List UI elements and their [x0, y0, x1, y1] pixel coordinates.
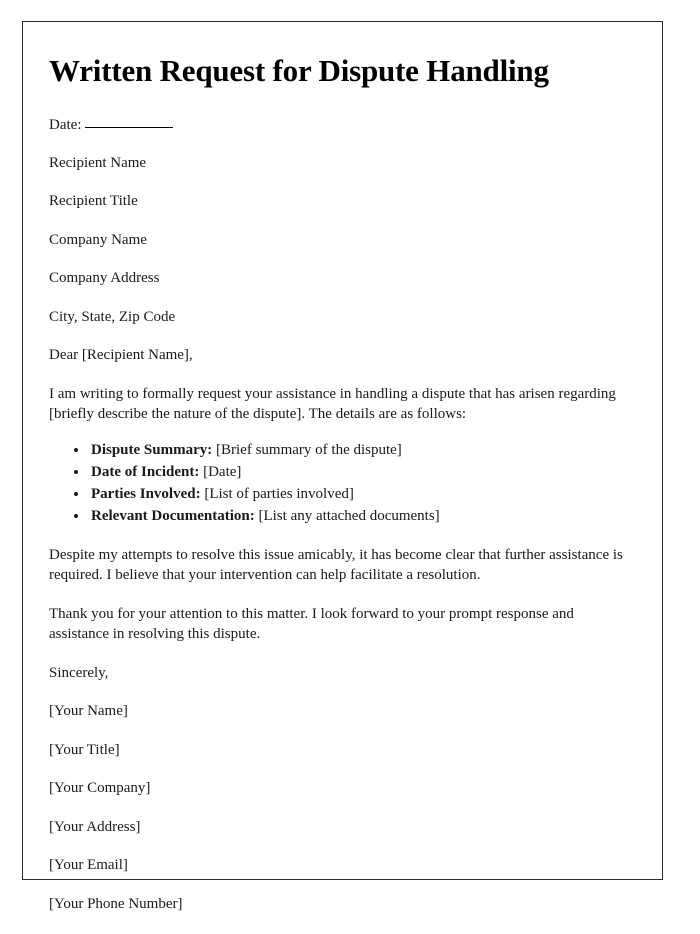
document-page: Written Request for Dispute Handling Dat… [22, 21, 663, 912]
date-blank-input[interactable] [85, 115, 174, 129]
list-item-label: Date of Incident: [91, 463, 200, 480]
city-state-zip-line: City, State, Zip Code [49, 308, 176, 325]
recipient-title-line: Recipient Title [49, 193, 138, 210]
thanks-paragraph: Thank you for your attention to this mat… [49, 605, 574, 642]
intro-paragraph: I am writing to formally request your as… [49, 385, 616, 422]
list-item-value: [Brief summary of the dispute] [216, 441, 402, 458]
date-field-row: Date: [49, 115, 634, 135]
dispute-detail-list: Dispute Summary: [Brief summary of the d… [49, 439, 634, 527]
signature-your-email: [Your Email] [49, 857, 128, 874]
company-name-line: Company Name [49, 231, 147, 248]
list-item: Date of Incident: [Date] [89, 461, 634, 483]
page-title: Written Request for Dispute Handling [49, 53, 549, 88]
closing-salutation: Sincerely, [49, 664, 109, 681]
company-address-line: Company Address [49, 270, 160, 287]
signature-your-address: [Your Address] [49, 818, 141, 835]
signature-your-title: [Your Title] [49, 741, 120, 758]
signature-your-name: [Your Name] [49, 703, 128, 720]
salutation: Dear [Recipient Name], [49, 347, 193, 364]
signature-your-phone: [Your Phone Number] [49, 895, 183, 912]
list-item-label: Dispute Summary: [91, 441, 213, 458]
list-item-label: Parties Involved: [91, 485, 201, 502]
document-body: Written Request for Dispute Handling Dat… [23, 22, 662, 934]
list-item-value: [List of parties involved] [204, 485, 354, 502]
list-item: Relevant Documentation: [List any attach… [89, 505, 634, 527]
list-item-label: Relevant Documentation: [91, 507, 255, 524]
list-item: Dispute Summary: [Brief summary of the d… [89, 439, 634, 461]
list-item-value: [Date] [203, 463, 242, 480]
recipient-name-line: Recipient Name [49, 154, 147, 171]
date-label: Date: [49, 116, 82, 133]
signature-your-company: [Your Company] [49, 780, 151, 797]
list-item-value: [List any attached documents] [258, 507, 440, 524]
list-item: Parties Involved: [List of parties invol… [89, 483, 634, 505]
body-paragraph: Despite my attempts to resolve this issu… [49, 546, 623, 583]
